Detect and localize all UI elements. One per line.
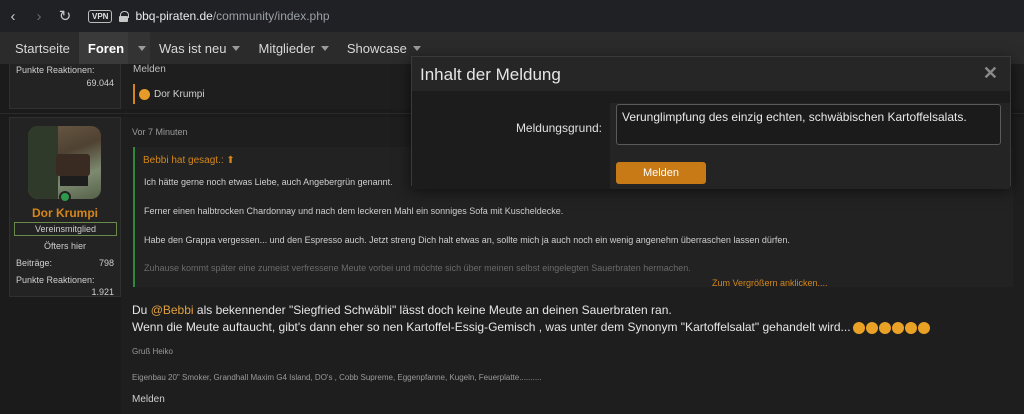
nav-foren-label: Foren [87,40,125,56]
rofl-emoji-icon [865,321,878,334]
body-suffix: als bekennender "Siegfried Schwäbli" läs… [193,303,672,317]
reactions-label: Punkte Reaktionen: [16,65,95,75]
signature-greeting: Gruß Heiko [132,347,173,356]
quote-line: Zuhause kommt später eine zumeist verfre… [144,263,691,273]
reaction-user[interactable]: Dor Krumpi [154,89,205,100]
report-link[interactable]: Melden [132,394,165,405]
ok-hand-emoji-icon [904,321,917,334]
url-path: /community/index.php [212,9,330,23]
rofl-emoji-icon [852,321,865,334]
avatar-tree-shape [28,126,58,199]
nav-was-ist-neu[interactable]: Was ist neu [150,32,249,64]
back-icon[interactable]: ‹ [0,0,26,32]
quote-author: Bebbi hat gesagt.: [143,155,224,166]
post-body-line-1: Du @Bebbi als bekennender "Siegfried Sch… [132,303,672,317]
quote-line: Ferner einen halbtrocken Chardonnay und … [144,206,564,216]
label-column: Meldungsgrund: [412,103,610,189]
expand-quote-link[interactable]: Zum Vergrößern anklicken.... [712,278,828,288]
dialog-title: Inhalt der Meldung [420,65,561,84]
reactions-value: 1.921 [91,287,114,297]
signature-equipment: Eigenbau 20" Smoker, Grandhall Maxim G4 … [132,373,542,382]
reason-label: Meldungsgrund: [515,121,602,135]
chevron-down-icon [138,45,147,51]
avatar-grill-shape [56,154,90,176]
nav-startseite[interactable]: Startseite [6,32,79,64]
rofl-emoji-icon [891,321,904,334]
reaction-bar[interactable]: Dor Krumpi [133,84,205,104]
dialog-body: Meldungsgrund: Verunglimpfung des einzig… [412,91,1010,189]
quote-header[interactable]: Bebbi hat gesagt.: ⬆ [143,155,235,166]
body-text: Wenn die Meute auftaucht, gibt's dann eh… [132,320,851,334]
submit-report-button[interactable]: Melden [616,162,706,184]
nav-showcase-label: Showcase [346,40,407,56]
input-column: Verunglimpfung des einzig echten, schwäb… [610,103,1010,189]
avatar[interactable] [28,126,101,199]
quote-line: Ich hätte gerne noch etwas Liebe, auch A… [144,177,393,187]
browser-toolbar: ‹ › ↻ VPN bbq-piraten.de/community/index… [0,0,1024,32]
report-link[interactable]: Melden [133,64,166,75]
arrow-up-circle-icon[interactable]: ⬆ [226,155,234,166]
reactions-label: Punkte Reaktionen: [16,275,95,285]
lock-icon[interactable] [119,10,130,22]
reactions-stat: Punkte Reaktionen: 1.921 [10,275,120,297]
quote-line: Habe den Grappa vergessen... und den Esp… [144,235,790,245]
chevron-down-icon[interactable] [320,45,329,51]
nav-mitglieder[interactable]: Mitglieder [249,32,337,64]
post1-user-panel: Punkte Reaktionen: 69.044 [9,64,121,109]
user-mention[interactable]: @Bebbi [151,303,194,317]
vpn-badge[interactable]: VPN [88,9,113,23]
user-activity: Öfters hier [43,241,86,251]
avatar-grill-base-shape [60,176,88,186]
url-host: bbq-piraten.de [135,9,213,23]
posts-stat: Beiträge: 798 [10,258,120,268]
rofl-emoji-icon [878,321,891,334]
dialog-header: Inhalt der Meldung ✕ [412,57,1010,91]
rofl-emoji-icon [917,321,930,334]
report-dialog: Inhalt der Meldung ✕ Meldungsgrund: Veru… [411,56,1011,189]
nav-foren[interactable]: Foren [78,32,129,64]
nav-foren-dropdown[interactable] [128,32,151,64]
chevron-down-icon[interactable] [412,45,421,51]
laugh-emoji-icon [139,88,150,100]
address-bar[interactable]: bbq-piraten.de/community/index.php [135,9,329,23]
nav-mitglieder-label: Mitglieder [258,40,315,56]
close-icon[interactable]: ✕ [983,63,998,84]
post-body-line-2: Wenn die Meute auftaucht, gibt's dann eh… [132,320,930,334]
post-timestamp[interactable]: Vor 7 Minuten [132,127,188,137]
forward-icon[interactable]: › [26,0,52,32]
chevron-down-icon[interactable] [232,45,241,51]
posts-value: 798 [98,258,114,268]
reload-icon[interactable]: ↻ [52,0,78,32]
posts-label: Beiträge: [16,258,53,268]
nav-was-ist-neu-label: Was ist neu [159,40,227,56]
body-prefix: Du [132,303,151,317]
user-role-badge: Vereinsmitglied [14,222,117,236]
post2-user-panel: Dor Krumpi Vereinsmitglied Öfters hier B… [9,117,121,297]
username[interactable]: Dor Krumpi [10,206,120,220]
online-status-icon [59,191,71,203]
emoji-row [852,321,930,334]
reason-textarea[interactable]: Verunglimpfung des einzig echten, schwäb… [616,104,1001,145]
reactions-value: 69.044 [86,78,114,88]
